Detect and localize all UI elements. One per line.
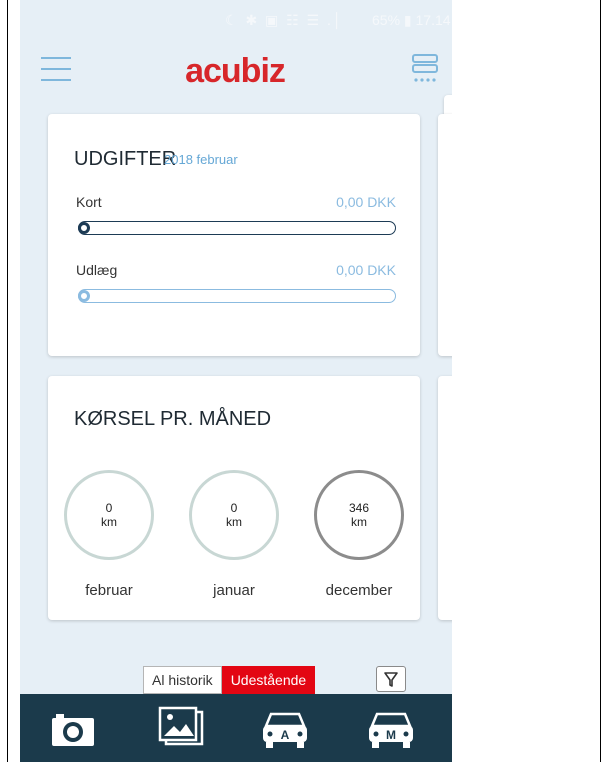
filter-icon <box>384 672 398 687</box>
mileage-unit: km <box>226 515 242 529</box>
status-icons: ☾ ✱ ▣ ☷ ☰ .│ <box>225 12 344 28</box>
frame-right-border <box>600 0 608 762</box>
history-tabs: Al historik Udestående <box>143 666 316 694</box>
card-progress-track <box>78 221 396 235</box>
status-bar: ☾ ✱ ▣ ☷ ☰ .│ 65% ▮ 17.14 <box>20 0 452 42</box>
outlay-progress-knob <box>78 290 90 302</box>
card-row-label: Kort <box>76 194 102 210</box>
month-mileage-circle[interactable]: 0 km <box>64 470 154 560</box>
tab-all-history[interactable]: Al historik <box>143 666 222 694</box>
next-card-peek[interactable] <box>438 114 452 356</box>
frame-left-border <box>0 0 8 762</box>
month-mileage-circle[interactable]: 346 km <box>314 470 404 560</box>
stack-list-icon[interactable] <box>412 54 438 86</box>
outlay-progress-track <box>78 289 396 303</box>
mileage-unit: km <box>101 515 117 529</box>
camera-icon[interactable] <box>48 706 98 750</box>
card-row-amount: 0,00 DKK <box>336 194 396 210</box>
month-label: februar <box>85 582 133 599</box>
mileage-title: KØRSEL PR. MÅNED <box>74 408 272 430</box>
outlay-row-amount: 0,00 DKK <box>336 262 396 278</box>
expenses-card[interactable]: UDGIFTER 2018 februar Kort 0,00 DKK Udlæ… <box>48 114 420 356</box>
car-manual-icon[interactable]: M <box>366 706 416 750</box>
bottom-action-bar: A M <box>20 694 452 762</box>
expenses-period: 2018 februar <box>164 152 238 167</box>
app-logo: acubiz <box>185 52 286 90</box>
next-card-peek-2[interactable] <box>438 376 452 620</box>
app-bar: acubiz <box>20 42 452 102</box>
expenses-title: UDGIFTER <box>74 148 177 170</box>
month-label: december <box>325 582 393 599</box>
month-label: januar <box>213 582 255 599</box>
car-auto-letter: A <box>281 728 290 742</box>
hamburger-menu-icon[interactable] <box>41 57 71 83</box>
mileage-value: 0 <box>230 501 238 515</box>
filter-button[interactable] <box>376 666 406 692</box>
mileage-unit: km <box>351 515 367 529</box>
battery-clock: 65% ▮ 17.14 <box>372 12 451 28</box>
mileage-value: 346 <box>348 501 370 515</box>
month-mileage-circle[interactable]: 0 km <box>189 470 279 560</box>
tab-outstanding[interactable]: Udestående <box>221 666 316 694</box>
card-progress-knob <box>78 222 90 234</box>
mileage-card[interactable]: KØRSEL PR. MÅNED 0 km februar 0 km janua… <box>48 376 420 620</box>
phone-screen: ☾ ✱ ▣ ☷ ☰ .│ 65% ▮ 17.14 acubiz UDGIFTER… <box>20 0 452 762</box>
gallery-icon[interactable] <box>156 706 206 750</box>
outlay-row-label: Udlæg <box>76 262 118 278</box>
mileage-value: 0 <box>105 501 113 515</box>
car-auto-icon[interactable]: A <box>260 706 310 750</box>
car-manual-letter: M <box>386 728 396 742</box>
